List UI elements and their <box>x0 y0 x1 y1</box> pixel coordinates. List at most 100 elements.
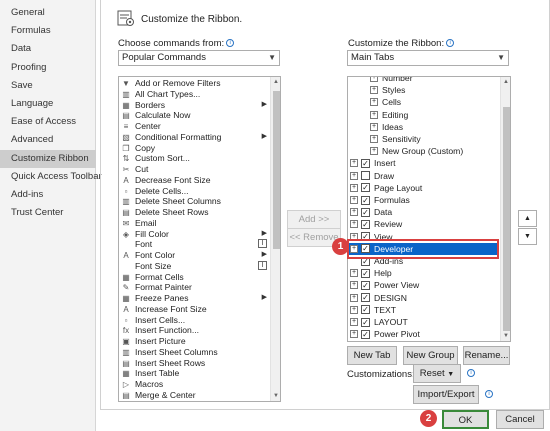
add-button[interactable]: Add >> <box>287 210 341 229</box>
command-item[interactable]: ▥ Delete Sheet Columns <box>121 196 269 206</box>
nav-item[interactable]: Language <box>0 95 96 113</box>
command-item[interactable]: ▦ Format Cells <box>121 272 269 282</box>
ribbon-tree-item[interactable]: + Sensitivity <box>348 133 499 145</box>
ok-button[interactable]: OK <box>442 410 489 429</box>
command-item[interactable]: ▤ Calculate Now <box>121 110 269 120</box>
expand-icon[interactable]: + <box>370 98 378 107</box>
scroll-down-icon[interactable]: ▼ <box>271 391 280 401</box>
nav-item[interactable]: Customize Ribbon <box>0 149 96 168</box>
expand-icon[interactable]: + <box>370 77 378 82</box>
ribbon-tree-item[interactable]: + ✓ Power View <box>348 279 499 291</box>
new-group-button[interactable]: New Group <box>403 346 458 365</box>
new-tab-button[interactable]: New Tab <box>347 346 397 365</box>
expand-icon[interactable]: + <box>350 220 358 229</box>
scroll-down-icon[interactable]: ▼ <box>501 331 510 341</box>
ribbon-tree-item[interactable]: + Draw <box>348 170 499 182</box>
command-item[interactable]: ✂ Cut <box>121 164 269 174</box>
command-item[interactable]: ▤ Insert Sheet Rows <box>121 358 269 368</box>
command-item[interactable]: ▧ Conditional Formatting ▶ <box>121 132 269 142</box>
ribbon-tree-item[interactable]: + Cells <box>348 96 499 108</box>
move-down-button[interactable]: ▼ <box>518 228 537 245</box>
command-item[interactable]: A Increase Font Size <box>121 304 269 314</box>
checkbox-icon[interactable]: ✓ <box>361 305 370 315</box>
command-item[interactable]: ▦ Borders ▶ <box>121 100 269 110</box>
command-item[interactable]: ▤ Delete Sheet Rows <box>121 207 269 217</box>
expand-icon[interactable]: + <box>370 86 378 95</box>
command-item[interactable]: ≡ Center <box>121 121 269 131</box>
checkbox-icon[interactable]: ✓ <box>361 317 370 327</box>
command-item[interactable]: ◈ Fill Color ▶ <box>121 229 269 239</box>
commands-scrollbar[interactable]: ▲ ▼ <box>270 77 280 401</box>
scroll-up-icon[interactable]: ▲ <box>501 77 510 87</box>
command-item[interactable]: ▤ Merge & Center <box>121 390 269 400</box>
command-item[interactable]: ▫ Insert Cells... <box>121 315 269 325</box>
nav-item[interactable]: Proofing <box>0 59 96 77</box>
ribbon-tree-item[interactable]: + New Group (Custom) <box>348 145 499 157</box>
command-item[interactable]: ▥ Insert Sheet Columns <box>121 347 269 357</box>
command-item[interactable]: ✉ Email <box>121 218 269 228</box>
expand-icon[interactable]: + <box>350 293 358 302</box>
nav-item[interactable]: Quick Access Toolbar <box>0 168 102 186</box>
ribbon-tree-item[interactable]: + ✓ Power Pivot <box>348 328 499 340</box>
command-item[interactable]: ❐ Copy <box>121 143 269 153</box>
ribbon-tree[interactable]: + Number + Styles + Cells + Editing + Ideas + Sensi… <box>347 76 511 342</box>
move-up-button[interactable]: ▲ <box>518 210 537 227</box>
checkbox-icon[interactable] <box>361 171 370 181</box>
reset-button[interactable]: Reset ▼ <box>413 364 461 383</box>
expand-icon[interactable]: + <box>350 281 358 290</box>
commands-list[interactable]: ▼ Add or Remove Filters ▥ All Chart Types..… <box>118 76 281 402</box>
cancel-button[interactable]: Cancel <box>496 410 544 429</box>
expand-icon[interactable]: + <box>350 305 358 314</box>
nav-item[interactable]: Save <box>0 77 96 95</box>
checkbox-icon[interactable]: ✓ <box>361 268 370 278</box>
ribbon-tree-item[interactable]: + ✓ DESIGN <box>348 292 499 304</box>
ribbon-tree-item[interactable]: + ✓ LAYOUT <box>348 316 499 328</box>
scroll-thumb[interactable] <box>273 91 280 249</box>
command-item[interactable]: ✎ Format Painter <box>121 282 269 292</box>
command-item[interactable]: ▦ Insert Table <box>121 368 269 378</box>
nav-item[interactable]: Ease of Access <box>0 113 96 131</box>
rename-button[interactable]: Rename... <box>463 346 510 365</box>
checkbox-icon[interactable]: ✓ <box>361 329 370 339</box>
command-item[interactable]: fx Insert Function... <box>121 325 269 335</box>
expand-icon[interactable]: + <box>350 159 358 168</box>
ribbon-tree-item[interactable]: + Editing <box>348 109 499 121</box>
command-item[interactable]: A Decrease Font Size <box>121 175 269 185</box>
command-item[interactable]: Font I <box>121 239 269 249</box>
expand-icon[interactable]: + <box>350 208 358 217</box>
scroll-up-icon[interactable]: ▲ <box>271 77 280 87</box>
nav-item[interactable]: Data <box>0 40 96 58</box>
nav-item[interactable]: Add-ins <box>0 186 96 204</box>
command-item[interactable]: A Font Color ▶ <box>121 250 269 260</box>
nav-item[interactable]: Formulas <box>0 22 96 40</box>
checkbox-icon[interactable]: ✓ <box>361 158 370 168</box>
expand-icon[interactable]: + <box>350 171 358 180</box>
expand-icon[interactable]: + <box>350 196 358 204</box>
checkbox-icon[interactable]: ✓ <box>361 183 370 193</box>
ribbon-tree-item[interactable]: + Styles <box>348 84 499 96</box>
ribbon-tree-scrollbar[interactable]: ▲ ▼ <box>500 77 510 341</box>
ribbon-tree-item[interactable]: + Ideas <box>348 121 499 133</box>
ribbon-tree-item[interactable]: + ✓ TEXT <box>348 304 499 316</box>
nav-item[interactable]: Trust Center <box>0 204 96 222</box>
command-item[interactable]: ⇅ Custom Sort... <box>121 153 269 163</box>
command-item[interactable]: ▦ Freeze Panes ▶ <box>121 293 269 303</box>
command-item[interactable]: ▫ Delete Cells... <box>121 186 269 196</box>
ribbon-tree-item[interactable]: + ✓ Review <box>348 218 499 230</box>
command-item[interactable]: Font Size I <box>121 260 269 271</box>
checkbox-icon[interactable]: ✓ <box>361 219 370 229</box>
ribbon-tabs-select[interactable]: Main Tabs ▼ <box>347 50 509 66</box>
checkbox-icon[interactable]: ✓ <box>361 207 370 217</box>
checkbox-icon[interactable]: ✓ <box>361 195 370 205</box>
checkbox-icon[interactable]: ✓ <box>361 293 370 303</box>
command-item[interactable]: ▼ Add or Remove Filters <box>121 78 269 88</box>
nav-item[interactable]: General <box>0 4 96 22</box>
expand-icon[interactable]: + <box>350 269 358 278</box>
ribbon-tree-item[interactable]: + ✓ Help <box>348 267 499 279</box>
expand-icon[interactable]: + <box>350 183 358 192</box>
checkbox-icon[interactable]: ✓ <box>361 280 370 290</box>
scroll-thumb[interactable] <box>503 107 510 331</box>
ribbon-tree-item[interactable]: + ✓ Data <box>348 206 499 218</box>
nav-item[interactable]: Advanced <box>0 131 96 149</box>
expand-icon[interactable]: + <box>350 318 358 326</box>
